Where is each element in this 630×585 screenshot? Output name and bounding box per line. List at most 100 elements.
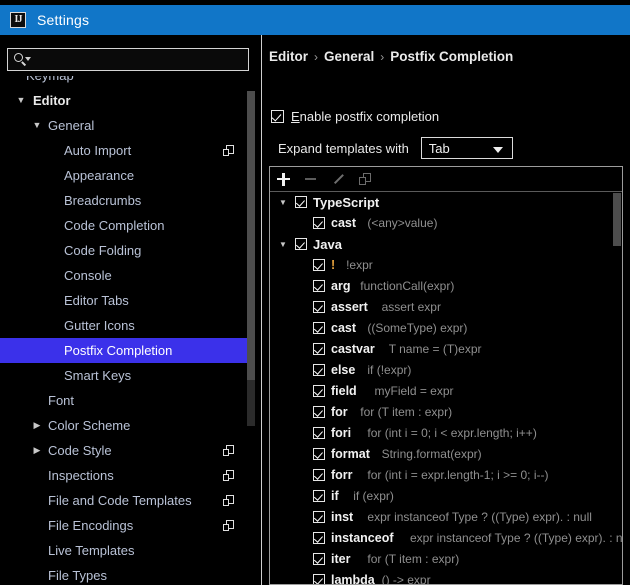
- add-template-button[interactable]: [270, 167, 297, 191]
- template-checkbox[interactable]: [313, 448, 325, 460]
- chevron-down-icon[interactable]: ▼: [30, 113, 44, 138]
- template-row[interactable]: lambda () -> expr: [270, 570, 622, 584]
- template-checkbox[interactable]: [313, 280, 325, 292]
- sidebar-item-font[interactable]: Font: [0, 388, 252, 413]
- sidebar-item-editor-tabs[interactable]: Editor Tabs: [0, 288, 252, 313]
- chevron-down-icon[interactable]: ▼: [14, 88, 28, 113]
- sidebar-item-file-types[interactable]: File Types: [0, 563, 252, 585]
- template-row[interactable]: forr for (int i = expr.length-1; i >= 0; …: [270, 465, 622, 486]
- template-row[interactable]: iter for (T item : expr): [270, 549, 622, 570]
- sidebar-scrollbar-thumb[interactable]: [247, 91, 255, 380]
- sidebar-item-live-templates[interactable]: Live Templates: [0, 538, 252, 563]
- chevron-right-icon[interactable]: ▶: [30, 438, 44, 463]
- template-description: ((SomeType) expr): [367, 321, 468, 335]
- settings-tree: Keymap▼Editor▼GeneralAuto ImportAppearan…: [0, 76, 262, 585]
- edit-template-button[interactable]: [324, 167, 351, 191]
- sidebar-item-code-style[interactable]: ▶ Code Style: [0, 438, 252, 463]
- template-description: expr instanceof Type ? ((Type) expr). : …: [410, 531, 622, 545]
- sidebar-item-label: Editor: [33, 93, 71, 108]
- sidebar-item-console[interactable]: Console: [0, 263, 252, 288]
- expand-templates-value: Tab: [428, 140, 450, 156]
- copy-settings-icon[interactable]: [223, 470, 234, 481]
- template-row[interactable]: if if (expr): [270, 486, 622, 507]
- template-group-row[interactable]: ▼ TypeScript: [270, 192, 622, 213]
- template-checkbox[interactable]: [313, 490, 325, 502]
- chevron-down-icon[interactable]: ▼: [278, 234, 288, 255]
- sidebar-item-postfix-completion[interactable]: Postfix Completion: [0, 338, 252, 363]
- breadcrumb-item-editor[interactable]: Editor: [269, 49, 308, 64]
- templates-toolbar: [270, 167, 622, 192]
- template-row[interactable]: cast ((SomeType) expr): [270, 318, 622, 339]
- template-checkbox[interactable]: [295, 238, 307, 250]
- template-checkbox[interactable]: [313, 259, 325, 271]
- sidebar-item-appearance[interactable]: Appearance: [0, 163, 252, 188]
- sidebar-item-color-scheme[interactable]: ▶ Color Scheme: [0, 413, 252, 438]
- template-key: !: [331, 258, 336, 272]
- template-checkbox[interactable]: [313, 364, 325, 376]
- duplicate-template-button[interactable]: [351, 167, 378, 191]
- sidebar-item-label: Console: [64, 268, 112, 283]
- breadcrumb-item-general[interactable]: General: [324, 49, 374, 64]
- copy-settings-icon[interactable]: [223, 145, 234, 156]
- chevron-right-icon[interactable]: ▶: [30, 413, 44, 438]
- sidebar-item-inspections[interactable]: Inspections: [0, 463, 252, 488]
- sidebar-item-editor[interactable]: ▼ Editor: [0, 88, 252, 113]
- template-row[interactable]: arg functionCall(expr): [270, 276, 622, 297]
- settings-sidebar: Keymap▼Editor▼GeneralAuto ImportAppearan…: [0, 35, 262, 585]
- copy-settings-icon[interactable]: [223, 495, 234, 506]
- templates-scrollbar-thumb[interactable]: [613, 193, 621, 246]
- template-checkbox[interactable]: [313, 322, 325, 334]
- search-input[interactable]: [28, 52, 248, 67]
- sidebar-item-keymap[interactable]: Keymap: [0, 76, 252, 88]
- sidebar-item-file-and-code-templates[interactable]: File and Code Templates: [0, 488, 252, 513]
- template-checkbox[interactable]: [313, 553, 325, 565]
- sidebar-item-label: Postfix Completion: [64, 343, 173, 358]
- template-row[interactable]: cast (<any>value): [270, 213, 622, 234]
- enable-postfix-checkbox[interactable]: [271, 110, 284, 123]
- chevron-down-icon[interactable]: ▼: [278, 192, 288, 213]
- template-row[interactable]: assert assert expr: [270, 297, 622, 318]
- template-row[interactable]: format String.format(expr): [270, 444, 622, 465]
- template-description: for (T item : expr): [360, 405, 453, 419]
- breadcrumb: Editor › General › Postfix Completion: [269, 49, 513, 67]
- sidebar-item-label: Code Folding: [64, 243, 142, 258]
- template-description: () -> expr: [381, 573, 431, 584]
- enable-postfix-completion-row[interactable]: Enable postfix completion: [271, 109, 439, 124]
- template-checkbox[interactable]: [313, 511, 325, 523]
- search-box[interactable]: [7, 48, 249, 71]
- sidebar-item-file-encodings[interactable]: File Encodings: [0, 513, 252, 538]
- copy-settings-icon[interactable]: [223, 445, 234, 456]
- sidebar-item-smart-keys[interactable]: Smart Keys: [0, 363, 252, 388]
- template-checkbox[interactable]: [313, 385, 325, 397]
- expand-templates-dropdown[interactable]: Tab: [420, 137, 513, 159]
- template-row[interactable]: inst expr instanceof Type ? ((Type) expr)…: [270, 507, 622, 528]
- template-row[interactable]: fori for (int i = 0; i < expr.length; i++…: [270, 423, 622, 444]
- template-row[interactable]: for for (T item : expr): [270, 402, 622, 423]
- sidebar-item-code-completion[interactable]: Code Completion: [0, 213, 252, 238]
- template-checkbox[interactable]: [313, 343, 325, 355]
- template-description: functionCall(expr): [360, 279, 455, 293]
- template-row[interactable]: instanceof expr instanceof Type ? ((Type)…: [270, 528, 622, 549]
- template-row[interactable]: ! !expr: [270, 255, 622, 276]
- sidebar-item-general[interactable]: ▼ General: [0, 113, 252, 138]
- template-checkbox[interactable]: [313, 532, 325, 544]
- sidebar-item-gutter-icons[interactable]: Gutter Icons: [0, 313, 252, 338]
- template-checkbox[interactable]: [313, 301, 325, 313]
- template-row[interactable]: else if (!expr): [270, 360, 622, 381]
- search-icon: [14, 53, 31, 66]
- sidebar-item-code-folding[interactable]: Code Folding: [0, 238, 252, 263]
- enable-postfix-label-rest: nable postfix completion: [299, 109, 440, 124]
- template-checkbox[interactable]: [313, 217, 325, 229]
- template-row[interactable]: castvar T name = (T)expr: [270, 339, 622, 360]
- template-checkbox[interactable]: [313, 469, 325, 481]
- template-checkbox[interactable]: [313, 406, 325, 418]
- template-group-row[interactable]: ▼ Java: [270, 234, 622, 255]
- sidebar-item-auto-import[interactable]: Auto Import: [0, 138, 252, 163]
- sidebar-item-breadcrumbs[interactable]: Breadcrumbs: [0, 188, 252, 213]
- copy-settings-icon[interactable]: [223, 520, 234, 531]
- template-checkbox[interactable]: [313, 574, 325, 584]
- template-row[interactable]: field myField = expr: [270, 381, 622, 402]
- template-checkbox[interactable]: [295, 196, 307, 208]
- remove-template-button[interactable]: [297, 167, 324, 191]
- template-checkbox[interactable]: [313, 427, 325, 439]
